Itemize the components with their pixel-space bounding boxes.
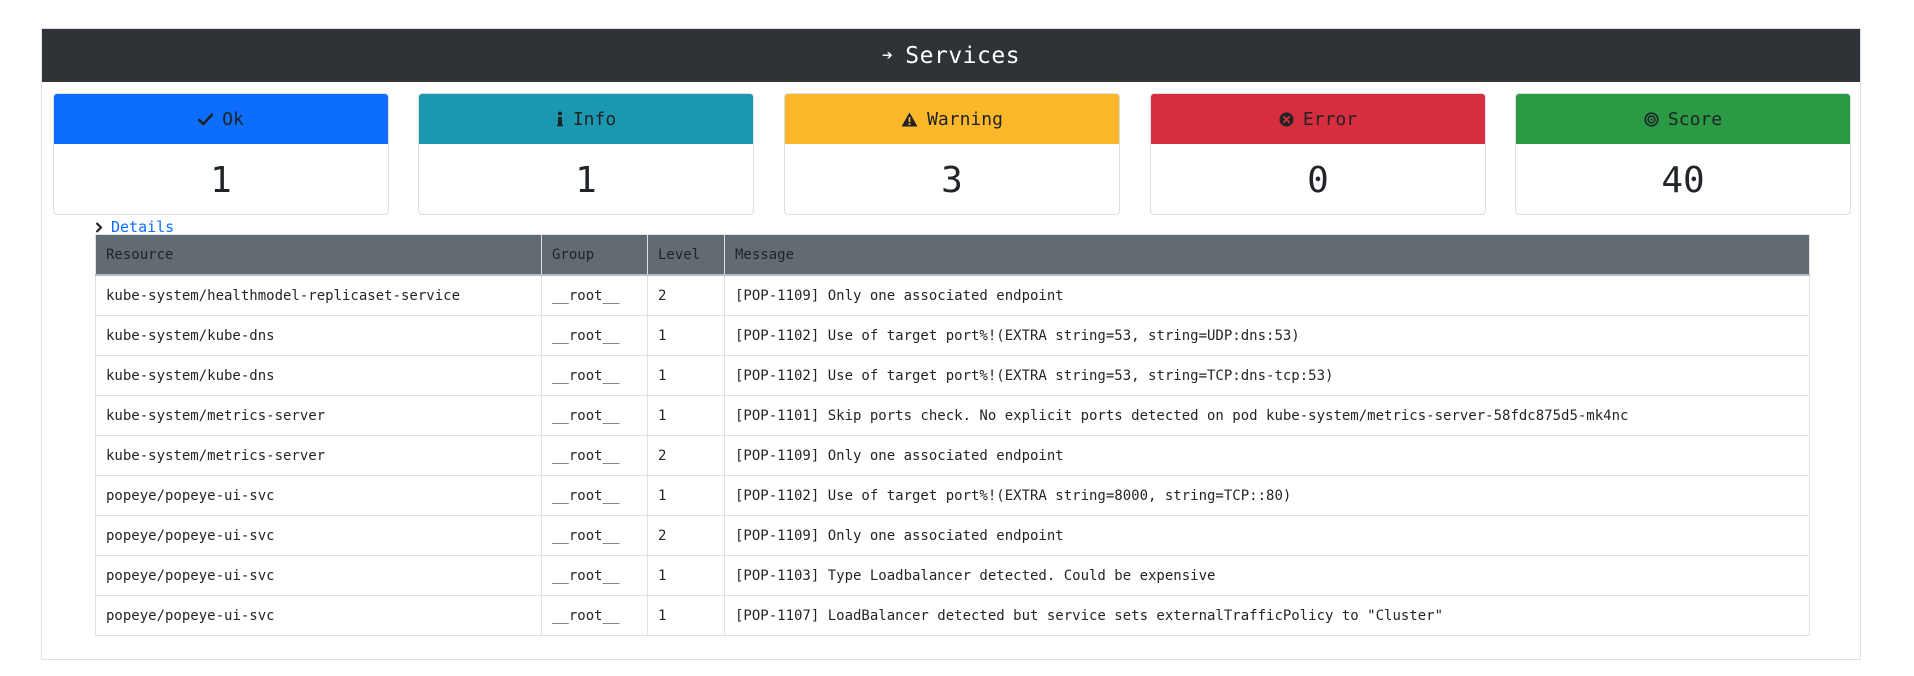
cell-level: 1 xyxy=(647,395,725,436)
table-row: kube-system/metrics-server __root__ 2 [P… xyxy=(95,435,1810,476)
cell-message: [POP-1103] Type Loadbalancer detected. C… xyxy=(724,555,1810,596)
cell-level: 2 xyxy=(647,435,725,476)
error-card: Error 0 xyxy=(1150,93,1486,215)
cell-resource: kube-system/healthmodel-replicaset-servi… xyxy=(95,274,542,316)
warning-card-value: 3 xyxy=(941,159,963,201)
cell-message: [POP-1101] Skip ports check. No explicit… xyxy=(724,395,1810,436)
issues-table: Resource Group Level Message kube-system… xyxy=(95,234,1810,636)
cell-group: __root__ xyxy=(541,395,648,436)
table-row: kube-system/healthmodel-replicaset-servi… xyxy=(95,274,1810,316)
table-row: popeye/popeye-ui-svc __root__ 2 [POP-110… xyxy=(95,515,1810,556)
info-icon xyxy=(556,111,564,127)
cell-resource: popeye/popeye-ui-svc xyxy=(95,595,542,636)
error-card-value: 0 xyxy=(1307,159,1329,201)
ok-card-value: 1 xyxy=(210,159,232,201)
table-row: kube-system/metrics-server __root__ 1 [P… xyxy=(95,395,1810,436)
table-row: kube-system/kube-dns __root__ 1 [POP-110… xyxy=(95,355,1810,396)
ok-card-label: Ok xyxy=(222,108,244,130)
chevron-right-icon xyxy=(95,221,103,233)
table-row: popeye/popeye-ui-svc __root__ 1 [POP-110… xyxy=(95,555,1810,596)
cell-level: 2 xyxy=(647,274,725,316)
cell-group: __root__ xyxy=(541,435,648,476)
warning-triangle-icon xyxy=(901,112,918,127)
cell-message: [POP-1102] Use of target port%!(EXTRA st… xyxy=(724,475,1810,516)
cell-level: 1 xyxy=(647,315,725,356)
cell-group: __root__ xyxy=(541,315,648,356)
column-header-resource[interactable]: Resource xyxy=(95,234,542,276)
cell-resource: popeye/popeye-ui-svc xyxy=(95,515,542,556)
ok-card: Ok 1 xyxy=(53,93,389,215)
column-header-level[interactable]: Level xyxy=(647,234,725,276)
cell-message: [POP-1109] Only one associated endpoint xyxy=(724,515,1810,556)
score-card-value: 40 xyxy=(1661,159,1705,201)
cell-level: 1 xyxy=(647,475,725,516)
cell-level: 1 xyxy=(647,595,725,636)
cell-group: __root__ xyxy=(541,515,648,556)
warning-card-header: Warning xyxy=(785,94,1119,144)
score-card-label: Score xyxy=(1667,108,1723,130)
column-header-message[interactable]: Message xyxy=(724,234,1810,276)
info-card-header: Info xyxy=(419,94,753,144)
score-card-header: Score xyxy=(1516,94,1850,144)
cell-message: [POP-1107] LoadBalancer detected but ser… xyxy=(724,595,1810,636)
table-row: popeye/popeye-ui-svc __root__ 1 [POP-110… xyxy=(95,595,1810,636)
cell-resource: kube-system/kube-dns xyxy=(95,315,542,356)
score-card: Score 40 xyxy=(1515,93,1851,215)
info-card-label: Info xyxy=(572,108,617,130)
info-card: Info 1 xyxy=(418,93,754,215)
arrow-right-icon: ➔ xyxy=(881,45,894,66)
table-row: kube-system/kube-dns __root__ 1 [POP-110… xyxy=(95,315,1810,356)
panel-header: ➔ Services xyxy=(42,29,1860,82)
cell-message: [POP-1109] Only one associated endpoint xyxy=(724,435,1810,476)
cell-level: 1 xyxy=(647,555,725,596)
cell-resource: kube-system/metrics-server xyxy=(95,435,542,476)
cell-group: __root__ xyxy=(541,595,648,636)
cell-resource: kube-system/kube-dns xyxy=(95,355,542,396)
cell-group: __root__ xyxy=(541,475,648,516)
panel-title: Services xyxy=(905,42,1021,69)
summary-cards: Ok 1 Info 1 Warning 3 Error 0 Score 40 xyxy=(53,93,1851,215)
cell-group: __root__ xyxy=(541,355,648,396)
cell-group: __root__ xyxy=(541,555,648,596)
cell-resource: popeye/popeye-ui-svc xyxy=(95,555,542,596)
table-header-row: Resource Group Level Message xyxy=(95,234,1810,276)
table-row: popeye/popeye-ui-svc __root__ 1 [POP-110… xyxy=(95,475,1810,516)
target-icon xyxy=(1644,111,1659,127)
services-panel: ➔ Services Ok 1 Info 1 Warning 3 Error 0… xyxy=(41,28,1861,660)
issues-table-wrapper: Resource Group Level Message kube-system… xyxy=(95,234,1810,636)
cell-group: __root__ xyxy=(541,274,648,316)
check-icon xyxy=(198,112,214,126)
cell-message: [POP-1102] Use of target port%!(EXTRA st… xyxy=(724,315,1810,356)
info-card-value: 1 xyxy=(575,159,597,201)
cell-resource: kube-system/metrics-server xyxy=(95,395,542,436)
warning-card: Warning 3 xyxy=(784,93,1120,215)
column-header-group[interactable]: Group xyxy=(541,234,648,276)
circle-x-icon xyxy=(1279,112,1294,127)
cell-level: 2 xyxy=(647,515,725,556)
cell-resource: popeye/popeye-ui-svc xyxy=(95,475,542,516)
ok-card-header: Ok xyxy=(54,94,388,144)
cell-level: 1 xyxy=(647,355,725,396)
warning-card-label: Warning xyxy=(927,108,1003,130)
error-card-header: Error xyxy=(1151,94,1485,144)
cell-message: [POP-1102] Use of target port%!(EXTRA st… xyxy=(724,355,1810,396)
error-card-label: Error xyxy=(1302,108,1358,130)
cell-message: [POP-1109] Only one associated endpoint xyxy=(724,274,1810,316)
